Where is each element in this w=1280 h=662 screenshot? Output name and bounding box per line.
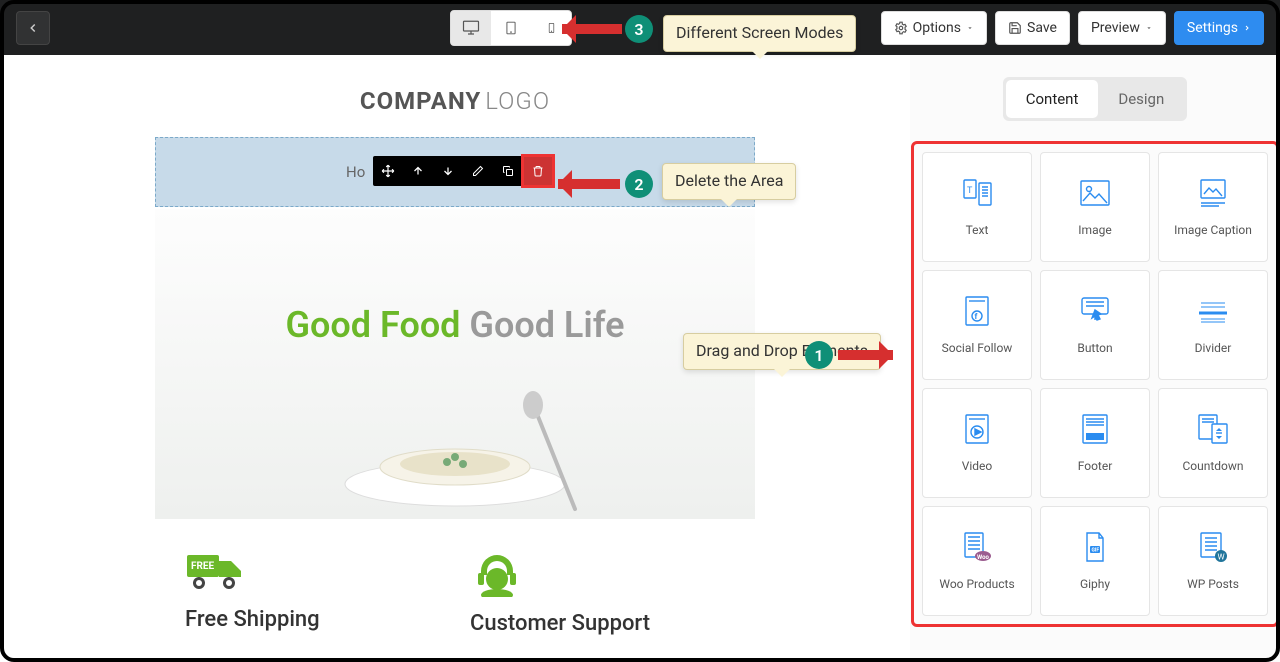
truck-icon: FREE [185,549,440,597]
social-icon: f [963,296,991,326]
image-caption-icon [1198,179,1228,207]
right-panel: Content Design TText Image Image Caption… [910,55,1280,662]
feature-shipping[interactable]: FREE Free Shipping [185,549,440,636]
annotation-badge-3: 3 [625,15,653,43]
logo-bold: COMPANY [360,87,481,115]
trash-icon [532,165,544,177]
element-divider[interactable]: Divider [1158,270,1268,380]
button-icon [1080,296,1110,326]
giphy-icon: GIF [1082,532,1108,562]
element-text[interactable]: TText [922,152,1032,262]
chevron-right-icon [1243,23,1251,33]
hero-block[interactable]: Good Food Good Life [155,209,755,519]
svg-text:f: f [975,312,978,321]
element-woo-products[interactable]: WooWoo Products [922,506,1032,616]
tab-design[interactable]: Design [1098,80,1184,118]
move-icon [381,164,395,178]
divider-icon [1197,299,1229,323]
device-tablet-button[interactable] [491,11,531,45]
nav-text: Ho [346,163,365,181]
options-label: Options [913,20,961,36]
save-label: Save [1027,20,1057,36]
chevron-down-icon [1145,24,1153,32]
duplicate-button[interactable] [493,156,523,186]
move-up-button[interactable] [403,156,433,186]
chevron-down-icon [966,24,974,32]
logo-block[interactable]: COMPANY LOGO [155,77,755,137]
panel-tabs: Content Design [1003,77,1188,121]
save-icon [1008,21,1022,35]
back-button[interactable] [16,11,50,45]
options-button[interactable]: Options [881,11,987,45]
element-video[interactable]: Video [922,388,1032,498]
element-wp-posts[interactable]: WWP Posts [1158,506,1268,616]
svg-text:T: T [967,186,973,196]
elements-grid-highlight: TText Image Image Caption fSocial Follow… [911,141,1279,627]
svg-text:Woo: Woo [977,554,990,561]
feature-support[interactable]: Customer Support [470,549,725,636]
element-social-follow[interactable]: fSocial Follow [922,270,1032,380]
wp-posts-icon: W [1198,532,1228,562]
annotation-1-arrow [838,350,893,360]
element-button[interactable]: Button [1040,270,1150,380]
logo-light: LOGO [485,87,550,115]
gear-icon [894,21,908,35]
hero-heading: Good Food Good Life [286,304,625,346]
pencil-icon [472,165,484,177]
save-button[interactable]: Save [995,11,1070,45]
svg-text:FREE: FREE [191,561,215,572]
move-down-button[interactable] [433,156,463,186]
tab-content[interactable]: Content [1006,80,1099,118]
move-button[interactable] [373,156,403,186]
settings-label: Settings [1187,20,1238,36]
annotation-3-arrow [562,24,622,34]
video-icon [963,414,991,444]
features-row: FREE Free Shipping Customer Support [155,549,755,636]
svg-text:W: W [1218,553,1225,562]
text-icon: T [961,177,993,209]
woo-icon: Woo [962,532,992,562]
annotation-3-label: Different Screen Modes [663,15,856,52]
feature-shipping-title: Free Shipping [185,607,440,632]
annotation-badge-2: 2 [625,170,653,198]
element-footer[interactable]: Footer [1040,388,1150,498]
annotation-2-arrow [558,179,620,189]
soup-image [295,369,615,519]
headset-icon [470,549,725,601]
element-giphy[interactable]: GIFGiphy [1040,506,1150,616]
arrow-up-icon [412,165,424,177]
settings-button[interactable]: Settings [1174,11,1264,45]
desktop-icon [461,19,481,37]
preview-label: Preview [1091,20,1140,36]
countdown-icon [1198,414,1228,444]
footer-icon [1080,414,1110,444]
image-icon [1080,180,1110,206]
tablet-icon [504,19,518,37]
element-image-caption[interactable]: Image Caption [1158,152,1268,262]
annotation-2-label: Delete the Area [662,163,796,200]
preview-button[interactable]: Preview [1078,11,1166,45]
feature-support-title: Customer Support [470,611,725,636]
block-toolbar [373,156,553,186]
annotation-badge-1: 1 [805,341,833,369]
svg-text:GIF: GIF [1092,548,1100,554]
copy-icon [502,165,514,177]
device-desktop-button[interactable] [451,11,491,45]
edit-button[interactable] [463,156,493,186]
elements-grid: TText Image Image Caption fSocial Follow… [922,152,1268,616]
arrow-left-icon [26,21,40,35]
element-countdown[interactable]: Countdown [1158,388,1268,498]
arrow-down-icon [442,165,454,177]
element-image[interactable]: Image [1040,152,1150,262]
topbar-right: Options Save Preview Settings [881,11,1264,45]
